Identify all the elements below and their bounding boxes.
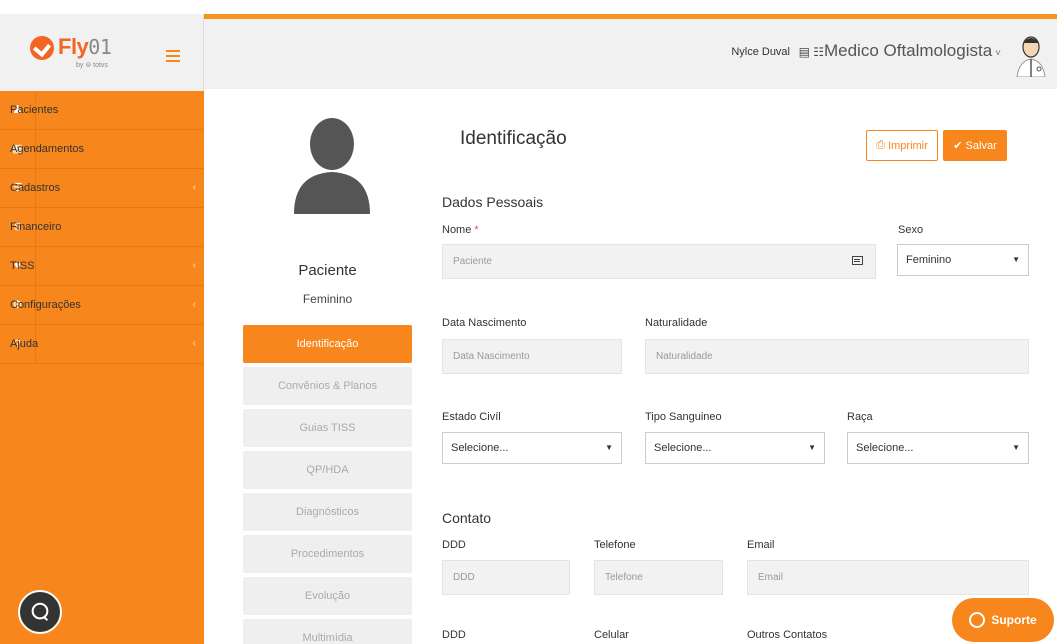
ddd-field[interactable]: DDD xyxy=(442,560,570,595)
tab-qp-hda[interactable]: QP/HDA xyxy=(243,451,412,489)
sidebar-menu: ♟ Pacientes ▦ Agendamentos ☰ Cadastros ‹… xyxy=(0,90,204,364)
save-button[interactable]: ✔ Salvar xyxy=(943,130,1007,161)
user-name[interactable]: Nylce Duval xyxy=(731,46,790,58)
id-card-icon xyxy=(852,256,863,265)
logo-subtitle: by ⊜ totvs xyxy=(76,62,108,69)
sidebar-item-label: Pacientes xyxy=(10,104,59,116)
nome-field[interactable]: Paciente xyxy=(442,244,876,279)
naturalidade-label: Naturalidade xyxy=(645,317,708,329)
chat-button[interactable] xyxy=(18,590,62,634)
sidebar-item-pacientes[interactable]: ♟ Pacientes xyxy=(0,90,204,130)
sexo-select[interactable]: Feminino ▼ xyxy=(897,244,1029,276)
tab-evolucao[interactable]: Evolução xyxy=(243,577,412,615)
menu-toggle-icon[interactable] xyxy=(166,50,180,65)
logo[interactable]: Fly01 xyxy=(58,34,112,60)
sidebar-item-label: TISS xyxy=(10,260,35,272)
top-header: Nylce Duval ▤ ☷ Medico Oftalmologista ˅ xyxy=(204,19,1057,89)
section-title: Identificação xyxy=(460,128,567,149)
tab-diagnosticos[interactable]: Diagnósticos xyxy=(243,493,412,531)
chevron-down-icon: ▼ xyxy=(605,443,613,452)
doctor-avatar[interactable] xyxy=(1013,33,1049,77)
chevron-left-icon: ‹ xyxy=(192,338,196,349)
outros-contatos-label: Outros Contatos xyxy=(747,629,828,641)
sidebar-item-cadastros[interactable]: ☰ Cadastros ‹ xyxy=(0,168,204,208)
nascimento-field[interactable]: Data Nascimento xyxy=(442,339,622,374)
top-strip xyxy=(0,0,1057,14)
chat-icon xyxy=(31,602,49,621)
chevron-down-icon: ▼ xyxy=(808,443,816,452)
tab-guias-tiss[interactable]: Guias TISS xyxy=(243,409,412,447)
apps-grid-icon[interactable]: ▤ ☷ xyxy=(799,45,824,59)
nome-label: Nome * xyxy=(442,224,479,236)
raca-label: Raça xyxy=(847,411,873,423)
patient-sex: Feminino xyxy=(302,292,353,306)
logo-area: Fly01 by ⊜ totvs xyxy=(0,14,204,91)
print-button[interactable]: ⎙ Imprimir xyxy=(866,130,938,161)
email-label: Email xyxy=(747,539,775,551)
chevron-left-icon: ‹ xyxy=(192,299,196,310)
tab-identificacao[interactable]: Identificação xyxy=(243,325,412,363)
tab-multimidia[interactable]: Multimídia xyxy=(243,619,412,644)
chevron-left-icon: ‹ xyxy=(192,260,196,271)
sidebar-item-tiss[interactable]: ♥ TISS ‹ xyxy=(0,246,204,286)
sidebar-item-label: Financeiro xyxy=(10,221,62,233)
contact-heading: Contato xyxy=(442,510,492,526)
celular-label: Celular xyxy=(594,629,629,641)
ddd2-label: DDD xyxy=(442,629,466,641)
sexo-label: Sexo xyxy=(898,224,924,236)
sidebar: Fly01 by ⊜ totvs ♟ Pacientes ▦ Agendamen… xyxy=(0,14,204,644)
sidebar-item-financeiro[interactable]: $ Financeiro xyxy=(0,207,204,247)
sidebar-item-label: Configurações xyxy=(10,299,81,311)
tipo-sanguineo-label: Tipo Sanguineo xyxy=(645,411,722,423)
personal-data-heading: Dados Pessoais xyxy=(442,194,544,210)
estado-civil-label: Estado Civíl xyxy=(442,411,501,423)
nascimento-label: Data Nascimento xyxy=(442,317,527,329)
tipo-sanguineo-select[interactable]: Selecione... ▼ xyxy=(645,432,825,464)
chevron-down-icon: ▼ xyxy=(1012,255,1020,264)
sidebar-item-configuracoes[interactable]: ⚙ Configurações ‹ xyxy=(0,285,204,325)
patient-avatar xyxy=(294,118,370,214)
chevron-down-icon: ˅ xyxy=(995,48,1001,59)
sidebar-item-label: Ajuda xyxy=(10,338,39,350)
patient-name: Paciente xyxy=(298,262,357,279)
check-icon: ✔ xyxy=(953,140,966,152)
chevron-down-icon: ▼ xyxy=(1012,443,1020,452)
logo-icon xyxy=(30,36,54,60)
sidebar-item-label: Agendamentos xyxy=(10,143,84,155)
estado-civil-select[interactable]: Selecione... ▼ xyxy=(442,432,622,464)
patient-tabs: Identificação Convênios & Planos Guias T… xyxy=(243,325,412,644)
printer-icon: ⎙ xyxy=(876,139,889,151)
naturalidade-field[interactable]: Naturalidade xyxy=(645,339,1029,374)
chat-bubble-icon xyxy=(969,612,986,628)
support-button[interactable]: Suporte xyxy=(952,598,1054,642)
role-selector[interactable]: Medico Oftalmologista ˅ xyxy=(824,41,1001,61)
ddd-label: DDD xyxy=(442,539,466,551)
tab-procedimentos[interactable]: Procedimentos xyxy=(243,535,412,573)
tab-convenios[interactable]: Convênios & Planos xyxy=(243,367,412,405)
chevron-left-icon: ‹ xyxy=(192,182,196,193)
raca-select[interactable]: Selecione... ▼ xyxy=(847,432,1029,464)
telefone-field[interactable]: Telefone xyxy=(594,560,723,595)
sidebar-item-agendamentos[interactable]: ▦ Agendamentos xyxy=(0,129,204,169)
telefone-label: Telefone xyxy=(594,539,636,551)
sidebar-item-label: Cadastros xyxy=(10,182,61,194)
sidebar-item-ajuda[interactable]: ? Ajuda ‹ xyxy=(0,324,204,364)
email-field[interactable]: Email xyxy=(747,560,1029,595)
